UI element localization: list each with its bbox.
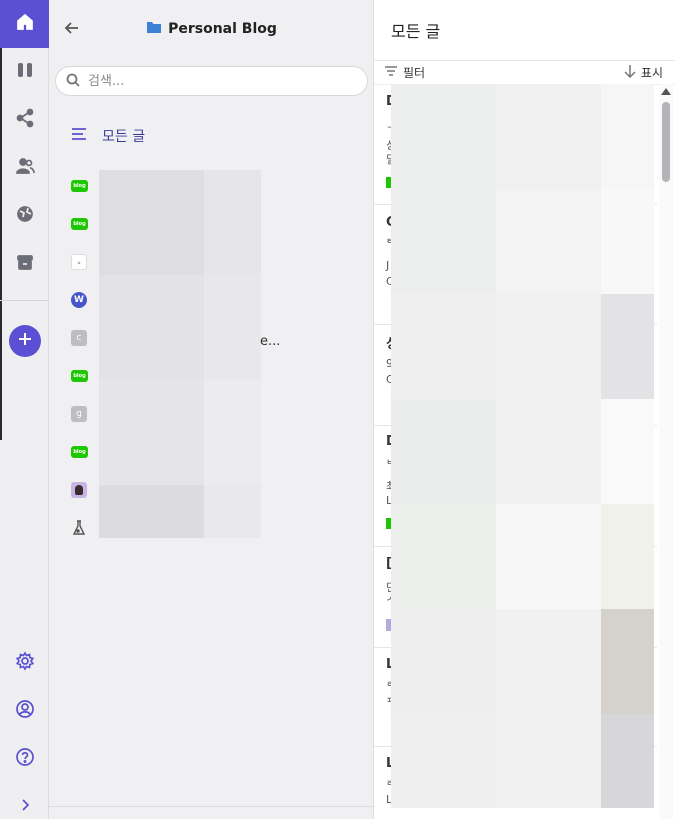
- post-excerpt: J: [386, 259, 390, 272]
- rail-share-button[interactable]: [0, 96, 49, 144]
- redacted-block: [391, 399, 496, 504]
- account-button[interactable]: [0, 687, 49, 735]
- redacted-block: [391, 504, 496, 609]
- folder-sidebar: Personal Blog 모든 글 blog blog ▴ W: [49, 0, 374, 819]
- redacted-block: [496, 189, 601, 294]
- filter-icon: [384, 65, 398, 80]
- users-icon: [15, 156, 35, 180]
- letter-g-icon: g: [71, 406, 87, 422]
- naver-blog-icon: blog: [71, 446, 88, 458]
- post-list-panel: 모든 글 필터 표시 D ᄀ 싱 딜 C ᄐ J C: [374, 0, 675, 819]
- archive-icon: [15, 252, 35, 276]
- page-title: 모든 글: [391, 22, 441, 41]
- scrollbar-thumb[interactable]: [662, 102, 670, 182]
- search-input[interactable]: [88, 73, 348, 89]
- folder-title: Personal Blog: [49, 20, 374, 38]
- help-icon: [15, 747, 35, 771]
- redacted-block: [391, 714, 496, 808]
- letter-c-icon: c: [71, 330, 87, 346]
- redacted-block: [601, 294, 654, 399]
- folder-icon: [146, 20, 162, 38]
- truncated-label: e...: [260, 334, 281, 349]
- avatar-icon: [71, 482, 87, 498]
- redacted-block: [496, 84, 601, 189]
- plus-icon: [17, 331, 33, 351]
- redacted-block: [99, 485, 204, 538]
- redacted-block: [601, 714, 654, 808]
- redacted-block: [496, 714, 601, 808]
- rail-divider: [0, 300, 49, 301]
- header-divider: [374, 60, 675, 61]
- redacted-block: [391, 609, 496, 714]
- search-icon: [66, 72, 80, 91]
- expand-button[interactable]: [0, 783, 49, 819]
- redacted-block: [601, 609, 654, 714]
- help-button[interactable]: [0, 735, 49, 783]
- redacted-block: [99, 380, 204, 485]
- redacted-block: [601, 504, 654, 609]
- flask-icon: [71, 520, 87, 536]
- redacted-block: [496, 504, 601, 609]
- redacted-block: [204, 170, 261, 275]
- sort-label: 표시: [640, 66, 663, 80]
- redacted-block: [204, 380, 261, 485]
- wordpress-icon: W: [71, 292, 87, 308]
- rail-columns-button[interactable]: [0, 48, 49, 96]
- columns-icon: [15, 60, 35, 84]
- left-rail: [0, 0, 49, 819]
- redacted-block: [391, 84, 496, 189]
- scrollbar[interactable]: [659, 84, 673, 819]
- site-favicon-icon: ▴: [71, 254, 87, 270]
- redacted-block: [601, 399, 654, 504]
- app-window: Personal Blog 모든 글 blog blog ▴ W: [0, 0, 675, 819]
- redacted-block: [391, 294, 496, 399]
- sidebar-footer-divider: [49, 806, 374, 807]
- naver-blog-icon: blog: [71, 180, 88, 192]
- filter-label: 필터: [403, 66, 426, 80]
- redacted-block: [601, 189, 654, 294]
- naver-blog-icon: blog: [71, 218, 88, 230]
- add-button[interactable]: [9, 325, 41, 357]
- globe-icon: [15, 204, 35, 228]
- redacted-block: [99, 275, 204, 380]
- rail-archive-button[interactable]: [0, 240, 49, 288]
- account-icon: [15, 699, 35, 723]
- all-posts-item[interactable]: 모든 글: [71, 126, 145, 146]
- share-icon: [15, 108, 35, 132]
- all-posts-label: 모든 글: [102, 129, 146, 145]
- redacted-block: [204, 275, 261, 380]
- settings-button[interactable]: [0, 639, 49, 687]
- sidebar-header: Personal Blog: [49, 0, 374, 60]
- filter-button[interactable]: 필터: [384, 64, 425, 81]
- redacted-block: [496, 294, 601, 399]
- sort-button[interactable]: 표시: [624, 64, 663, 81]
- settings-icon: [15, 651, 35, 675]
- search-box[interactable]: [55, 66, 368, 96]
- redacted-block: [391, 189, 496, 294]
- redacted-block: [99, 170, 204, 275]
- scroll-up-arrow-icon[interactable]: [661, 88, 671, 95]
- arrow-down-icon: [624, 64, 636, 81]
- redacted-block: [496, 399, 601, 504]
- home-icon: [15, 12, 35, 36]
- redacted-block: [601, 84, 654, 189]
- redacted-block: [204, 485, 261, 538]
- rail-home-button[interactable]: [0, 0, 49, 48]
- redacted-block: [496, 609, 601, 714]
- naver-blog-icon: blog: [71, 370, 88, 382]
- rail-globe-button[interactable]: [0, 192, 49, 240]
- rail-users-button[interactable]: [0, 144, 49, 192]
- folder-title-text: Personal Blog: [168, 21, 277, 37]
- list-icon: [71, 127, 87, 145]
- expand-icon: [15, 795, 35, 819]
